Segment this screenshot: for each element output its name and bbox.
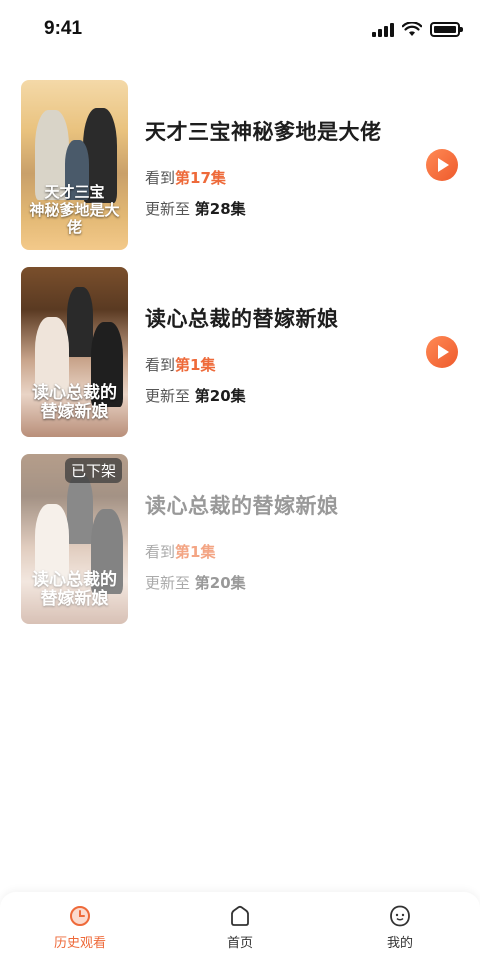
- offline-badge: 已下架: [65, 458, 123, 483]
- update-status: 更新至 第20集: [145, 385, 425, 406]
- drama-title: 天才三宝神秘爹地是大佬: [145, 120, 382, 144]
- watched-episode: 第1集: [175, 543, 216, 561]
- play-button[interactable]: [426, 149, 458, 181]
- updated-prefix: 更新至: [145, 387, 191, 405]
- drama-title: 读心总裁的替嫁新娘: [145, 494, 339, 518]
- watched-prefix: 看到: [145, 169, 176, 187]
- updated-prefix: 更新至: [145, 574, 191, 592]
- poster-title-text: 天才三宝 神秘爹地是大佬: [29, 183, 120, 236]
- play-icon: [438, 158, 449, 172]
- wifi-icon: [402, 22, 422, 36]
- play-icon: [438, 345, 449, 359]
- history-item-offline[interactable]: 读心总裁的 替嫁新娘 已下架 读心总裁的替嫁新娘 看到第1集 更新至 第20集: [0, 454, 480, 624]
- updated-prefix: 更新至: [145, 200, 191, 218]
- watched-prefix: 看到: [145, 356, 176, 374]
- status-bar: 9:41: [0, 0, 480, 64]
- status-time: 9:41: [44, 18, 83, 39]
- home-icon: [231, 905, 249, 926]
- drama-poster[interactable]: 天才三宝 神秘爹地是大佬: [21, 80, 128, 250]
- play-button[interactable]: [426, 336, 458, 368]
- update-status: 更新至 第28集: [145, 198, 425, 219]
- watched-prefix: 看到: [145, 543, 176, 561]
- update-status: 更新至 第20集: [145, 572, 425, 593]
- tab-profile[interactable]: 我的: [320, 892, 480, 960]
- tab-home[interactable]: 首页: [160, 892, 320, 960]
- watch-progress: 看到第17集: [145, 167, 425, 188]
- bottom-tab-bar: 历史观看 首页 我的: [0, 892, 480, 960]
- clock-icon: [70, 906, 90, 926]
- tab-history[interactable]: 历史观看: [0, 892, 160, 960]
- tab-label: 首页: [226, 936, 253, 951]
- history-info: 读心总裁的替嫁新娘 看到第1集 更新至 第20集: [145, 303, 425, 406]
- profile-icon: [390, 905, 410, 927]
- updated-episode: 第20集: [194, 574, 246, 592]
- history-list: 天才三宝 神秘爹地是大佬 天才三宝神秘爹地是大佬 看到第17集 更新至 第28集 …: [0, 80, 480, 641]
- history-item[interactable]: 读心总裁的 替嫁新娘 读心总裁的替嫁新娘 看到第1集 更新至 第20集: [0, 267, 480, 437]
- cellular-signal-icon: [372, 22, 394, 37]
- watched-episode: 第17集: [175, 169, 226, 187]
- poster-title-text: 读心总裁的 替嫁新娘: [32, 569, 117, 610]
- battery-icon: [430, 22, 463, 37]
- status-icons: [372, 22, 463, 37]
- history-item[interactable]: 天才三宝 神秘爹地是大佬 天才三宝神秘爹地是大佬 看到第17集 更新至 第28集: [0, 80, 480, 250]
- updated-episode: 第28集: [194, 200, 246, 218]
- watch-progress: 看到第1集: [145, 354, 425, 375]
- updated-episode: 第20集: [194, 387, 246, 405]
- history-info: 读心总裁的替嫁新娘 看到第1集 更新至 第20集: [145, 490, 425, 593]
- tab-label: 历史观看: [53, 936, 106, 951]
- watch-progress: 看到第1集: [145, 541, 425, 562]
- history-info: 天才三宝神秘爹地是大佬 看到第17集 更新至 第28集: [145, 116, 425, 219]
- watched-episode: 第1集: [175, 356, 216, 374]
- drama-poster[interactable]: 读心总裁的 替嫁新娘: [21, 267, 128, 437]
- tab-label: 我的: [386, 936, 413, 951]
- drama-title: 读心总裁的替嫁新娘: [145, 307, 339, 331]
- poster-title-text: 读心总裁的 替嫁新娘: [32, 382, 117, 423]
